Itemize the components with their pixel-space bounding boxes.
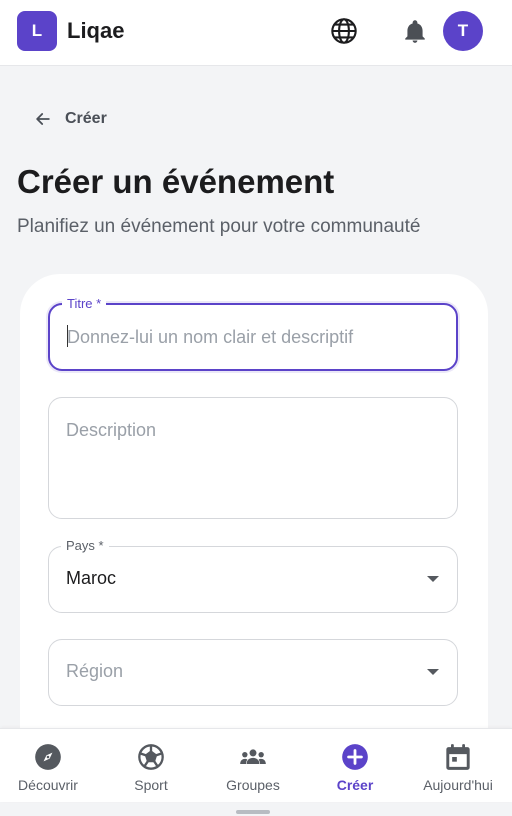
compass-icon: [35, 744, 61, 770]
calendar-icon: [446, 744, 470, 770]
nav-label-today: Aujourd'hui: [423, 777, 493, 793]
top-bar: L Liqae T: [0, 0, 512, 66]
user-avatar[interactable]: T: [443, 11, 483, 51]
app-name: Liqae: [67, 18, 125, 43]
description-field-placeholder: Description: [66, 420, 157, 440]
app-screen: L Liqae T Créer Créer un événement Plani…: [0, 0, 512, 816]
bottom-navigation: Découvrir Sport Groupes Créer Aujourd'hu…: [0, 728, 512, 802]
soccer-ball-icon: [138, 744, 164, 770]
title-field[interactable]: Titre * Donnez-lui un nom clair et descr…: [48, 296, 458, 371]
nav-label-create: Créer: [336, 777, 374, 793]
region-select[interactable]: Région: [48, 639, 458, 706]
add-circle-icon: [342, 744, 368, 770]
country-select[interactable]: Pays * Maroc: [48, 538, 458, 613]
home-indicator[interactable]: [236, 810, 270, 814]
nav-item-discover[interactable]: Découvrir: [3, 743, 93, 793]
country-select-value: Maroc: [66, 568, 117, 588]
nav-item-today[interactable]: Aujourd'hui: [413, 743, 503, 793]
app-logo[interactable]: L: [17, 11, 57, 51]
nav-label-sport: Sport: [134, 777, 168, 793]
dropdown-arrow-icon: [427, 576, 439, 582]
nav-label-groups: Groupes: [226, 777, 280, 793]
title-field-placeholder: Donnez-lui un nom clair et descriptif: [67, 327, 354, 347]
description-field[interactable]: Description: [48, 397, 458, 519]
globe-icon[interactable]: [330, 17, 358, 45]
back-button[interactable]: Créer: [33, 108, 107, 130]
page-subtitle: Planifiez un événement pour votre commun…: [17, 216, 421, 237]
dropdown-arrow-icon: [427, 669, 439, 675]
region-select-placeholder: Région: [66, 661, 124, 681]
bell-icon[interactable]: [402, 18, 428, 46]
country-select-label: Pays *: [61, 538, 109, 554]
page-title: Créer un événement: [17, 163, 335, 200]
back-label: Créer: [65, 110, 107, 127]
title-field-label: Titre *: [62, 296, 107, 312]
nav-item-groups[interactable]: Groupes: [208, 743, 298, 793]
nav-item-create[interactable]: Créer: [310, 743, 400, 793]
groups-icon: [240, 749, 266, 764]
nav-label-discover: Découvrir: [18, 777, 78, 793]
nav-item-sport[interactable]: Sport: [106, 743, 196, 793]
arrow-left-icon: [36, 113, 50, 125]
